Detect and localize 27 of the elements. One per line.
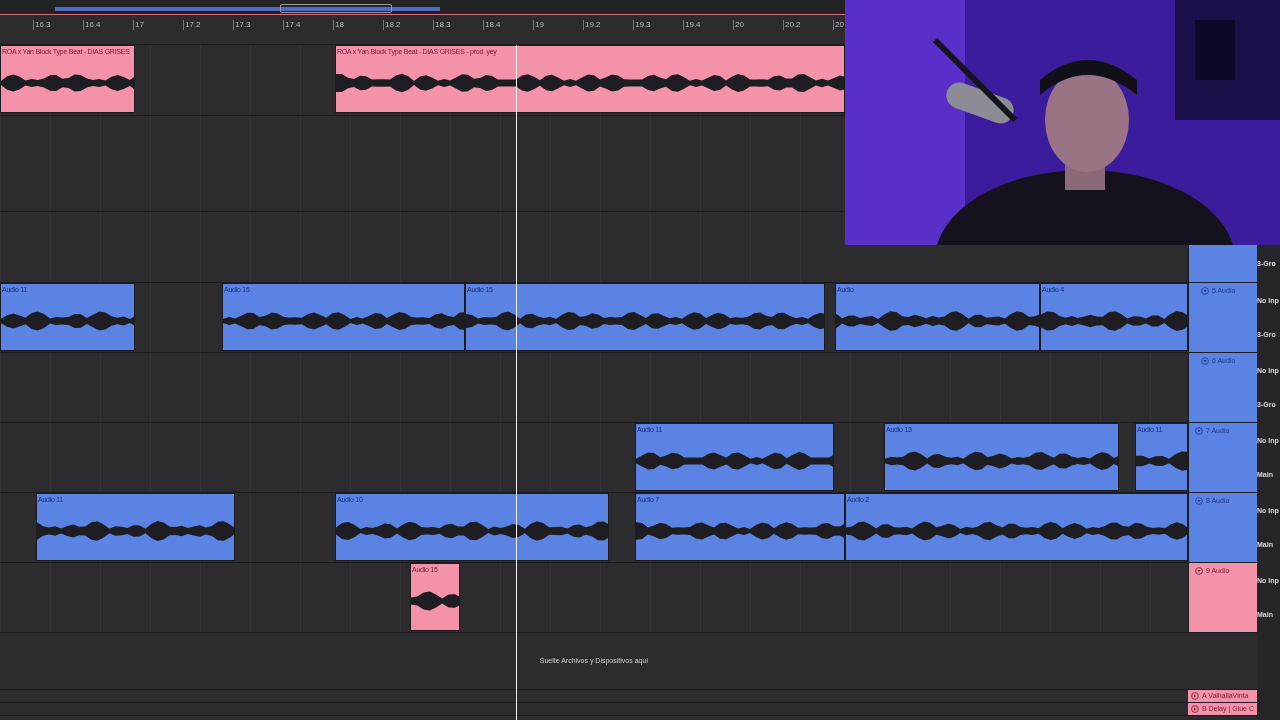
ruler-label: 17.4: [283, 20, 301, 30]
play-icon[interactable]: [1191, 692, 1199, 700]
ruler-label: 16.3: [33, 20, 51, 30]
ruler-label: 19.3: [633, 20, 651, 30]
fold-icon[interactable]: [1195, 497, 1203, 505]
fold-icon[interactable]: [1201, 287, 1209, 295]
play-icon[interactable]: [1191, 705, 1199, 713]
fold-icon[interactable]: [1201, 357, 1209, 365]
ruler-label: 18.3: [433, 20, 451, 30]
ruler-label: 18: [333, 20, 344, 30]
ruler-label: 16.4: [83, 20, 101, 30]
ruler-label: 17.2: [183, 20, 201, 30]
ruler-label: 19: [533, 20, 544, 30]
ruler-label: 19.2: [583, 20, 601, 30]
overview-strip[interactable]: [0, 0, 845, 15]
track-header[interactable]: [1188, 245, 1257, 282]
ruler-label: 20.2: [783, 20, 801, 30]
ruler-label: 20: [833, 20, 844, 30]
view-frame[interactable]: [280, 4, 392, 13]
ruler-label: 18.2: [383, 20, 401, 30]
ruler-label: 17.3: [233, 20, 251, 30]
ruler-label: 18.4: [483, 20, 501, 30]
ruler-label: 19.4: [683, 20, 701, 30]
ruler-label: 20: [733, 20, 744, 30]
ruler-label: 17: [133, 20, 144, 30]
fold-icon[interactable]: [1195, 427, 1203, 435]
fold-icon[interactable]: [1195, 567, 1203, 575]
